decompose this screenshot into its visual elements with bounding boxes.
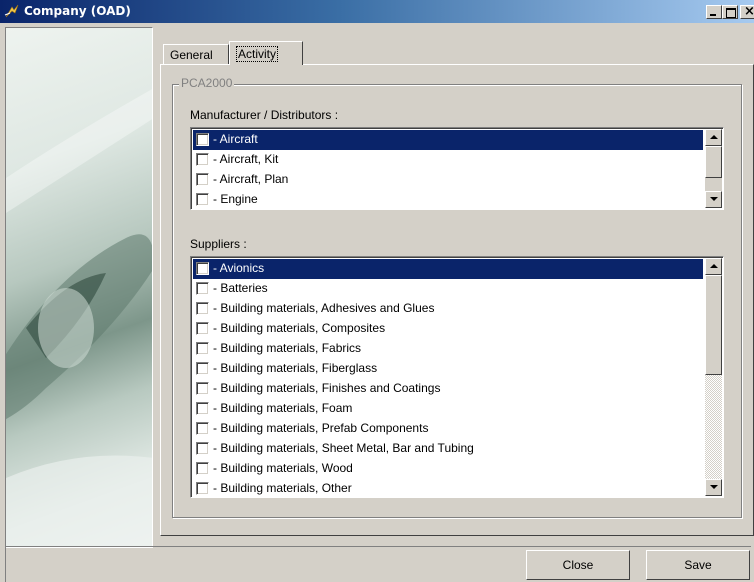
manufacturers-label: Manufacturer / Distributors : (190, 108, 339, 122)
list-item-label: - Building materials, Fabrics (213, 341, 362, 355)
group-legend: PCA2000 (179, 76, 235, 90)
item-checkbox[interactable] (196, 482, 209, 495)
suppliers-rows: - Avionics - Batteries - Building material… (193, 259, 703, 497)
item-checkbox[interactable] (196, 362, 209, 375)
suppliers-scrollbar[interactable] (705, 258, 722, 496)
save-button[interactable]: Save (646, 550, 750, 580)
aircraft-photo-icon (6, 89, 152, 547)
list-item[interactable]: - Building materials, Adhesives and Glue… (193, 299, 703, 319)
side-image-panel (5, 27, 153, 548)
scroll-down-button[interactable] (705, 191, 722, 208)
bottom-bar (5, 546, 751, 582)
list-item-label: - Engine (213, 192, 258, 206)
list-item-label: - Aircraft, Kit (213, 152, 279, 166)
list-item[interactable]: - Batteries (193, 279, 703, 299)
close-button[interactable]: Close (526, 550, 630, 580)
scroll-down-button[interactable] (705, 479, 722, 496)
list-item-label: - Building materials, Finishes and Coati… (213, 381, 441, 395)
list-item-label: - Avionics (213, 261, 265, 275)
item-checkbox[interactable] (196, 402, 209, 415)
list-item[interactable]: - Aircraft, Kit (193, 150, 703, 170)
list-item[interactable]: - Engine (193, 190, 703, 209)
item-checkbox[interactable] (196, 422, 209, 435)
list-item-label: - Aircraft, Plan (213, 172, 289, 186)
item-checkbox[interactable] (196, 262, 209, 275)
tab-activity[interactable]: Activity (229, 41, 303, 65)
list-item-label: - Building materials, Adhesives and Glue… (213, 301, 435, 315)
app-logo-icon (4, 4, 19, 18)
minimize-button[interactable] (706, 5, 722, 19)
tab-activity-label: Activity (236, 46, 279, 62)
item-checkbox[interactable] (196, 342, 209, 355)
list-item-label: - Building materials, Prefab Components (213, 421, 429, 435)
manufacturers-rows: - Aircraft - Aircraft, Kit - Aircraft, Pla… (193, 130, 703, 209)
scroll-thumb[interactable] (705, 275, 722, 375)
list-item[interactable]: - Building materials, Finishes and Coati… (193, 379, 703, 399)
item-checkbox[interactable] (196, 133, 209, 146)
company-window: Company (OAD) × General Activity PCA2000… (0, 0, 754, 582)
close-icon: × (744, 4, 754, 19)
tab-general[interactable]: General (163, 44, 229, 64)
suppliers-listbox[interactable]: - Avionics - Batteries - Building material… (190, 256, 724, 498)
list-item-label: - Batteries (213, 281, 268, 295)
item-checkbox[interactable] (196, 462, 209, 475)
list-item[interactable]: - Building materials, Fabrics (193, 339, 703, 359)
list-item-label: - Building materials, Composites (213, 321, 386, 335)
manufacturers-scrollbar[interactable] (705, 129, 722, 208)
item-checkbox[interactable] (196, 173, 209, 186)
scroll-thumb[interactable] (705, 146, 722, 178)
title-bar[interactable]: Company (OAD) × (0, 0, 754, 23)
list-item[interactable]: - Aircraft, Plan (193, 170, 703, 190)
item-checkbox[interactable] (196, 382, 209, 395)
scroll-up-button[interactable] (705, 129, 722, 146)
maximize-button[interactable] (722, 5, 738, 19)
list-item[interactable]: - Building materials, Foam (193, 399, 703, 419)
list-item[interactable]: - Building materials, Sheet Metal, Bar a… (193, 439, 703, 459)
list-item-label: - Building materials, Foam (213, 401, 353, 415)
manufacturers-listbox[interactable]: - Aircraft - Aircraft, Kit - Aircraft, Pla… (190, 127, 724, 210)
list-item-label: - Aircraft (213, 132, 258, 146)
list-item[interactable]: - Building materials, Composites (193, 319, 703, 339)
item-checkbox[interactable] (196, 153, 209, 166)
list-item[interactable]: - Building materials, Prefab Components (193, 419, 703, 439)
close-window-button[interactable]: × (740, 4, 754, 19)
window-title: Company (OAD) (24, 4, 131, 18)
item-checkbox[interactable] (196, 193, 209, 206)
scroll-up-button[interactable] (705, 258, 722, 275)
item-checkbox[interactable] (196, 282, 209, 295)
list-item-label: - Building materials, Other (213, 481, 352, 495)
list-item-label: - Building materials, Sheet Metal, Bar a… (213, 441, 474, 455)
item-checkbox[interactable] (196, 442, 209, 455)
list-item[interactable]: - Building materials, Other (193, 479, 703, 497)
list-item[interactable]: - Building materials, Wood (193, 459, 703, 479)
list-item[interactable]: - Building materials, Fiberglass (193, 359, 703, 379)
list-item[interactable]: - Aircraft (193, 130, 703, 150)
item-checkbox[interactable] (196, 322, 209, 335)
list-item[interactable]: - Avionics (193, 259, 703, 279)
item-checkbox[interactable] (196, 302, 209, 315)
list-item-label: - Building materials, Wood (213, 461, 353, 475)
suppliers-label: Suppliers : (190, 237, 247, 251)
list-item-label: - Building materials, Fiberglass (213, 361, 378, 375)
